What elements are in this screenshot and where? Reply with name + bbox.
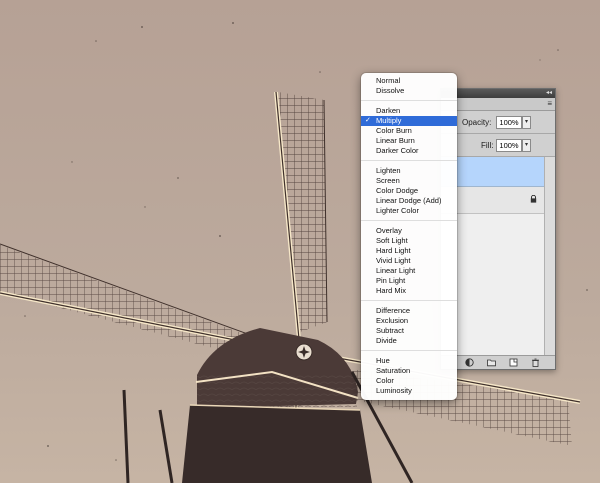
menu-item-normal[interactable]: Normal: [361, 76, 457, 86]
menu-item-lighter-color[interactable]: Lighter Color: [361, 206, 457, 216]
menu-item-label: Color Burn: [376, 126, 412, 135]
menu-separator: [361, 300, 457, 301]
menu-item-screen[interactable]: Screen: [361, 176, 457, 186]
menu-item-saturation[interactable]: Saturation: [361, 366, 457, 376]
menu-item-label: Color: [376, 376, 394, 385]
layers-panel: ◂◂ ≡ Opacity: 100% ▾ Fill: 100% ▾: [440, 88, 556, 370]
menu-item-label: Screen: [376, 176, 400, 185]
menu-item-linear-light[interactable]: Linear Light: [361, 266, 457, 276]
menu-item-label: Overlay: [376, 226, 402, 235]
menu-item-darker-color[interactable]: Darker Color: [361, 146, 457, 156]
collapse-icon[interactable]: ◂◂: [546, 89, 552, 98]
menu-item-label: Vivid Light: [376, 256, 411, 265]
menu-item-label: Linear Dodge (Add): [376, 196, 442, 205]
menu-item-label: Darker Color: [376, 146, 419, 155]
menu-item-label: Linear Light: [376, 266, 416, 275]
menu-item-vivid-light[interactable]: Vivid Light: [361, 256, 457, 266]
menu-item-divide[interactable]: Divide: [361, 336, 457, 346]
menu-item-dissolve[interactable]: Dissolve: [361, 86, 457, 96]
opacity-field[interactable]: 100%: [496, 116, 522, 129]
menu-item-luminosity[interactable]: Luminosity: [361, 386, 457, 396]
new-layer-icon[interactable]: [509, 358, 518, 367]
fill-slider-arrow-icon[interactable]: ▾: [522, 139, 531, 152]
panel-titlebar[interactable]: ◂◂: [441, 89, 555, 98]
checkmark-icon: ✓: [365, 117, 371, 124]
menu-separator: [361, 100, 457, 101]
panel-tab-row: ≡: [441, 98, 555, 111]
group-icon[interactable]: [487, 358, 496, 367]
opacity-row: Opacity: 100% ▾: [441, 111, 555, 134]
opacity-slider-arrow-icon[interactable]: ▾: [522, 116, 531, 129]
menu-item-label: Lighten: [376, 166, 401, 175]
menu-item-label: Subtract: [376, 326, 404, 335]
menu-item-label: Lighter Color: [376, 206, 419, 215]
menu-item-label: Difference: [376, 306, 411, 315]
menu-item-label: Normal: [376, 76, 401, 85]
menu-item-linear-dodge-add[interactable]: Linear Dodge (Add): [361, 196, 457, 206]
menu-item-color-dodge[interactable]: Color Dodge: [361, 186, 457, 196]
fill-row: Fill: 100% ▾: [441, 134, 555, 157]
menu-item-linear-burn[interactable]: Linear Burn: [361, 136, 457, 146]
menu-item-label: Hard Mix: [376, 286, 407, 295]
panel-menu-icon[interactable]: ≡: [547, 99, 552, 108]
menu-item-hard-mix[interactable]: Hard Mix: [361, 286, 457, 296]
panel-scrollbar[interactable]: [544, 157, 555, 356]
menu-item-subtract[interactable]: Subtract: [361, 326, 457, 336]
menu-item-label: Luminosity: [376, 386, 412, 395]
menu-item-hue[interactable]: Hue: [361, 356, 457, 366]
menu-item-overlay[interactable]: Overlay: [361, 226, 457, 236]
menu-item-lighten[interactable]: Lighten: [361, 166, 457, 176]
menu-item-hard-light[interactable]: Hard Light: [361, 246, 457, 256]
menu-item-label: Linear Burn: [376, 136, 415, 145]
menu-item-label: Hue: [376, 356, 390, 365]
menu-item-label: Saturation: [376, 366, 411, 375]
menu-item-multiply[interactable]: ✓ Multiply: [361, 116, 457, 126]
menu-separator: [361, 220, 457, 221]
menu-item-label: Soft Light: [376, 236, 408, 245]
trash-icon[interactable]: [531, 358, 540, 367]
panel-footer: [441, 355, 555, 369]
menu-item-label: Pin Light: [376, 276, 406, 285]
menu-item-pin-light[interactable]: Pin Light: [361, 276, 457, 286]
menu-item-label: Divide: [376, 336, 397, 345]
menu-item-exclusion[interactable]: Exclusion: [361, 316, 457, 326]
menu-item-label: Multiply: [376, 116, 402, 125]
adjustment-layer-icon[interactable]: [465, 358, 474, 367]
menu-item-soft-light[interactable]: Soft Light: [361, 236, 457, 246]
menu-item-darken[interactable]: Darken: [361, 106, 457, 116]
blend-mode-menu: Normal Dissolve Darken ✓ Multiply Color Burn L…: [361, 73, 457, 400]
menu-item-color-burn[interactable]: Color Burn: [361, 126, 457, 136]
menu-item-label: Hard Light: [376, 246, 411, 255]
menu-separator: [361, 160, 457, 161]
fill-field[interactable]: 100%: [496, 139, 522, 152]
menu-item-color[interactable]: Color: [361, 376, 457, 386]
lock-icon: [530, 195, 537, 203]
menu-separator: [361, 350, 457, 351]
menu-item-label: Exclusion: [376, 316, 409, 325]
menu-item-label: Color Dodge: [376, 186, 419, 195]
menu-item-label: Dissolve: [376, 86, 405, 95]
menu-item-difference[interactable]: Difference: [361, 306, 457, 316]
menu-item-label: Darken: [376, 106, 401, 115]
opacity-label: Opacity:: [462, 118, 492, 127]
fill-label: Fill:: [481, 141, 494, 150]
